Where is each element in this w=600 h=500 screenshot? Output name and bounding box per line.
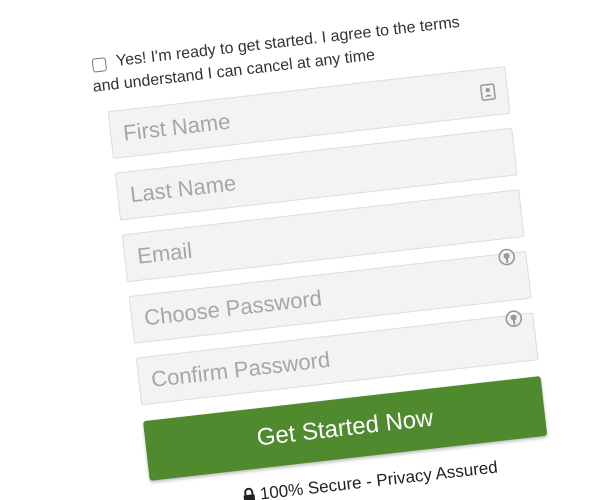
terms-consent: Yes! I'm ready to get started. I agree t… [85, 0, 531, 96]
signup-page: Yes! I'm ready to get started. I agree t… [0, 0, 600, 500]
contact-card-icon[interactable] [478, 82, 498, 102]
password-key-icon[interactable] [497, 247, 517, 267]
lock-icon [243, 487, 256, 500]
terms-checkbox[interactable] [91, 57, 108, 73]
password-key-icon[interactable] [504, 309, 524, 329]
